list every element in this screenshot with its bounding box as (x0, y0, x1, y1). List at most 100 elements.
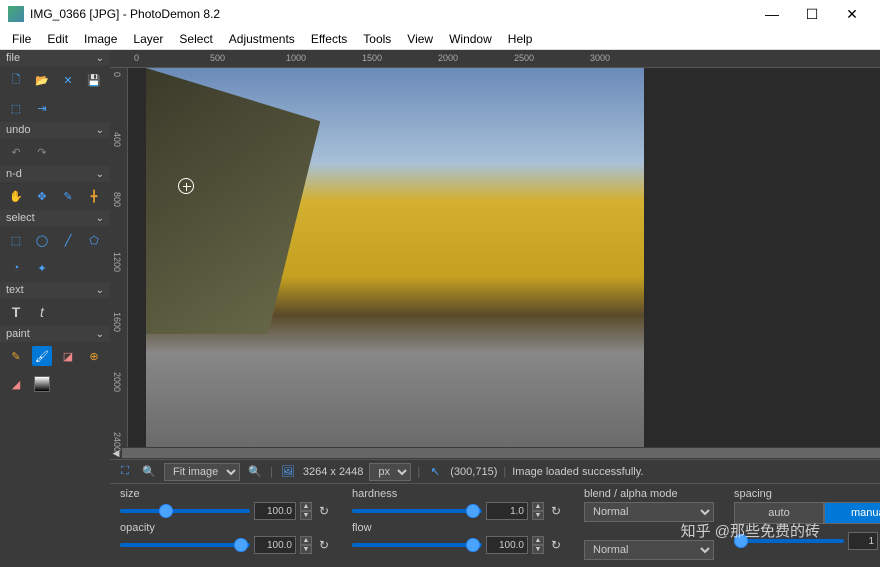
image-size-icon[interactable]: 🖼 (279, 463, 297, 481)
new-file-icon[interactable]: 🗋 (6, 70, 26, 90)
zoom-in-icon[interactable]: 🔍 (246, 463, 264, 481)
menu-help[interactable]: Help (500, 30, 541, 48)
gradient-tool-icon[interactable] (32, 374, 52, 394)
menu-file[interactable]: File (4, 30, 39, 48)
fill-tool-icon[interactable]: ◢ (6, 374, 26, 394)
move-tool-icon[interactable]: ✥ (32, 186, 52, 206)
flow-input[interactable] (486, 536, 528, 554)
text-italic-icon[interactable]: t (32, 302, 52, 322)
spacing-auto-tab[interactable]: auto (734, 502, 824, 524)
flow-down[interactable]: ▼ (532, 545, 544, 554)
lasso-select-icon[interactable]: ◔ (6, 258, 26, 278)
text-tool-icon[interactable]: T (6, 302, 26, 322)
menu-tools[interactable]: Tools (355, 30, 399, 48)
redo-icon[interactable]: ↷ (32, 142, 52, 162)
brush-tool-icon[interactable]: 🖌 (32, 346, 52, 366)
spacing-slider[interactable] (734, 539, 844, 543)
ellipse-select-icon[interactable]: ◯ (32, 230, 52, 250)
menu-effects[interactable]: Effects (303, 30, 355, 48)
size-label: size (120, 488, 332, 500)
hardness-input[interactable] (486, 502, 528, 520)
ruler-horizontal: 0 500 1000 1500 2000 2500 3000 (110, 50, 880, 68)
opacity-slider[interactable] (120, 543, 250, 547)
hardness-up[interactable]: ▲ (532, 502, 544, 511)
rect-select-icon[interactable]: ⬚ (6, 230, 26, 250)
flow-label: flow (352, 522, 564, 534)
menu-select[interactable]: Select (171, 30, 220, 48)
menu-edit[interactable]: Edit (39, 30, 76, 48)
menu-view[interactable]: View (399, 30, 441, 48)
window-title: IMG_0366 [JPG] - PhotoDemon 8.2 (30, 7, 220, 21)
undo-icon[interactable]: ↶ (6, 142, 26, 162)
close-file-icon[interactable]: ✕ (58, 70, 78, 90)
horizontal-scrollbar[interactable]: ◀ ▶ (110, 447, 880, 459)
menu-image[interactable]: Image (76, 30, 125, 48)
opacity-label: opacity (120, 522, 332, 534)
size-down[interactable]: ▼ (300, 511, 312, 520)
chevron-down-icon: ⌄ (96, 53, 104, 64)
size-slider[interactable] (120, 509, 250, 513)
wand-select-icon[interactable]: ✦ (32, 258, 52, 278)
hardness-down[interactable]: ▼ (532, 511, 544, 520)
maximize-button[interactable]: ☐ (792, 6, 832, 23)
panel-paint[interactable]: paint⌄ (0, 326, 110, 342)
size-up[interactable]: ▲ (300, 502, 312, 511)
opacity-up[interactable]: ▲ (300, 536, 312, 545)
flow-reset-icon[interactable]: ↻ (548, 538, 564, 552)
chevron-down-icon: ⌄ (96, 125, 104, 136)
save-file-icon[interactable]: 💾 (84, 70, 104, 90)
canvas[interactable] (128, 68, 880, 447)
brush-cursor-icon (178, 178, 194, 194)
flow-up[interactable]: ▲ (532, 536, 544, 545)
size-input[interactable] (254, 502, 296, 520)
eyedropper-icon[interactable]: ✎ (58, 186, 78, 206)
panel-text[interactable]: text⌄ (0, 282, 110, 298)
menu-layer[interactable]: Layer (125, 30, 171, 48)
fit-screen-icon[interactable]: ⛶ (116, 463, 134, 481)
hardness-reset-icon[interactable]: ↻ (548, 504, 564, 518)
export-icon[interactable]: ⇥ (32, 98, 52, 118)
opacity-down[interactable]: ▼ (300, 545, 312, 554)
open-file-icon[interactable]: 📂 (32, 70, 52, 90)
blend-mode-label: blend / alpha mode (584, 488, 714, 500)
pencil-tool-icon[interactable]: ✎ (6, 346, 26, 366)
spacing-label: spacing (734, 488, 880, 500)
chevron-down-icon: ⌄ (96, 285, 104, 296)
clone-tool-icon[interactable]: ⊕ (84, 346, 104, 366)
unit-select[interactable]: px (369, 463, 411, 481)
image-content (146, 68, 644, 447)
opacity-input[interactable] (254, 536, 296, 554)
blend-mode-select[interactable]: Normal (584, 502, 714, 522)
zoom-out-icon[interactable]: 🔍 (140, 463, 158, 481)
hardness-slider[interactable] (352, 509, 482, 513)
close-button[interactable]: ✕ (832, 6, 872, 23)
hardness-label: hardness (352, 488, 564, 500)
hand-tool-icon[interactable]: ✋ (6, 186, 26, 206)
size-reset-icon[interactable]: ↻ (316, 504, 332, 518)
eraser-tool-icon[interactable]: ◪ (58, 346, 78, 366)
menubar: File Edit Image Layer Select Adjustments… (0, 28, 880, 50)
alpha-mode-select[interactable]: Normal (584, 540, 714, 560)
spacing-input[interactable] (848, 532, 878, 550)
measure-tool-icon[interactable]: ╋ (84, 186, 104, 206)
panel-undo[interactable]: undo⌄ (0, 122, 110, 138)
status-message: Image loaded successfully. (512, 466, 643, 478)
menu-window[interactable]: Window (441, 30, 500, 48)
panel-file[interactable]: file⌄ (0, 50, 110, 66)
zoom-select[interactable]: Fit image (164, 463, 240, 481)
titlebar: IMG_0366 [JPG] - PhotoDemon 8.2 — ☐ ✕ (0, 0, 880, 28)
spacing-manual-tab[interactable]: manual (824, 502, 880, 524)
menu-adjustments[interactable]: Adjustments (221, 30, 303, 48)
statusbar: ⛶ 🔍 Fit image 🔍 | 🖼 3264 x 2448 px | ↖ (… (110, 459, 880, 483)
panel-nd[interactable]: n-d⌄ (0, 166, 110, 182)
pointer-icon: ↖ (426, 463, 444, 481)
panel-select[interactable]: select⌄ (0, 210, 110, 226)
save-as-icon[interactable]: ⬚ (6, 98, 26, 118)
chevron-down-icon: ⌄ (96, 169, 104, 180)
poly-select-icon[interactable]: ⬠ (84, 230, 104, 250)
flow-slider[interactable] (352, 543, 482, 547)
line-select-icon[interactable]: ╱ (58, 230, 78, 250)
minimize-button[interactable]: — (752, 6, 792, 22)
opacity-reset-icon[interactable]: ↻ (316, 538, 332, 552)
toolbox: file⌄ 🗋 📂 ✕ 💾 ⬚ ⇥ undo⌄ ↶ ↷ n-d⌄ ✋ ✥ ✎ ╋… (0, 50, 110, 567)
